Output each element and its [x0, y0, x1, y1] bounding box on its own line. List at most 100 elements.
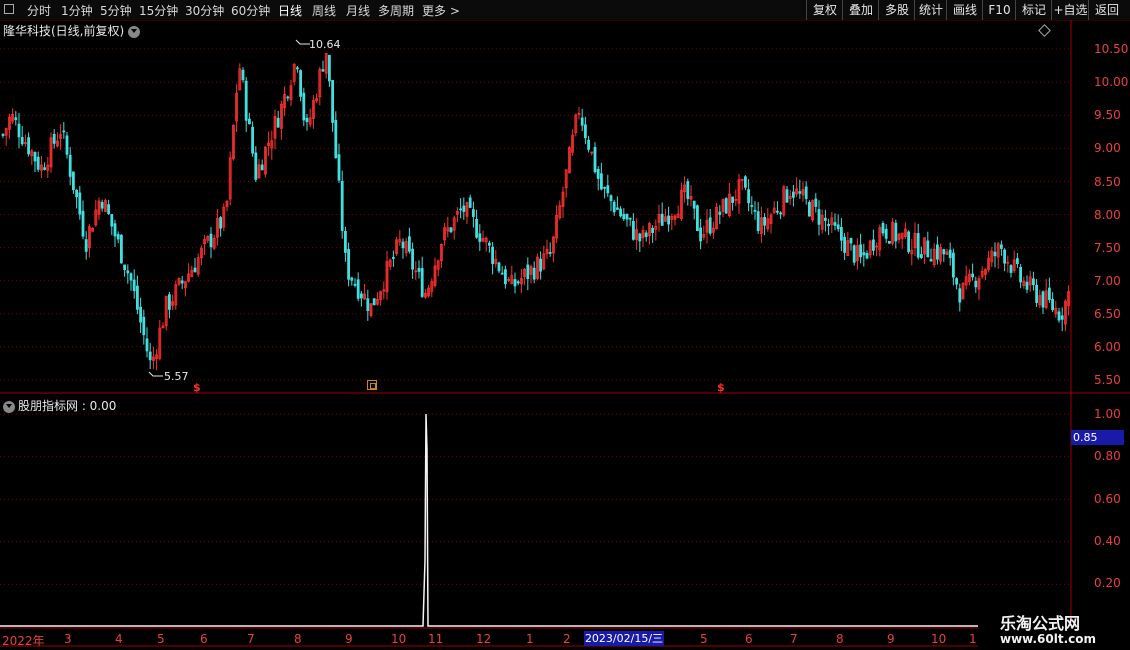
candle-body — [894, 222, 898, 242]
candle-body — [548, 252, 552, 254]
candle-body — [417, 268, 421, 272]
candle-body — [718, 211, 722, 215]
candle-body — [580, 117, 584, 126]
candle-body — [459, 208, 463, 211]
candle-body — [833, 222, 837, 226]
candle-body — [824, 217, 827, 221]
candle-body — [491, 246, 495, 265]
candle-body — [305, 117, 309, 123]
candle-body — [798, 191, 802, 194]
y-tick: 10.00 — [1094, 75, 1129, 89]
grid-lines — [0, 48, 1071, 585]
candle-body — [606, 185, 610, 194]
x-tick: 8 — [294, 632, 302, 646]
candle-body — [526, 264, 530, 280]
y-tick: 7.50 — [1094, 241, 1121, 255]
candle-body — [468, 197, 472, 208]
candle-body — [971, 273, 974, 278]
low-pointer — [148, 371, 163, 377]
candle-body — [132, 279, 136, 292]
candle-body — [120, 234, 123, 264]
candle-body — [724, 198, 728, 214]
candle-body — [696, 205, 699, 232]
candle-body — [619, 208, 622, 217]
candle-body — [219, 217, 223, 229]
event-marker-icon[interactable] — [367, 380, 377, 390]
x-tick: 7 — [790, 632, 798, 646]
candle-body — [180, 280, 184, 284]
candle-body — [327, 54, 331, 82]
candle-body — [33, 151, 37, 162]
candle-body — [1041, 291, 1045, 308]
x-tick: 2022年 — [2, 634, 45, 648]
candle-body — [148, 351, 152, 361]
candle-body — [401, 241, 405, 249]
candle-body — [321, 69, 325, 72]
y-tick: 1.00 — [1094, 407, 1121, 421]
candle-body — [100, 201, 104, 209]
candle-body — [936, 244, 939, 260]
candle-body — [299, 70, 303, 97]
candle-body — [686, 181, 690, 199]
high-pointer — [295, 39, 310, 45]
y-tick: 0.80 — [1094, 449, 1121, 463]
candle-body — [840, 226, 843, 241]
candle-body — [638, 233, 642, 242]
y-tick: 8.00 — [1094, 208, 1121, 222]
title-dropdown-icon[interactable] — [128, 25, 141, 38]
candle-body — [142, 316, 146, 336]
candle-body — [36, 156, 40, 170]
candle-body — [792, 191, 795, 198]
candle-body — [948, 249, 952, 258]
candle-body — [475, 219, 479, 238]
candle-body — [699, 227, 702, 242]
kline-chart-canvas[interactable] — [0, 0, 1130, 650]
candle-body — [251, 126, 255, 154]
candle-body — [859, 244, 862, 258]
candle-body — [295, 67, 299, 70]
candle-body — [958, 288, 962, 303]
x-tick: 4 — [115, 632, 123, 646]
candle-body — [814, 198, 818, 207]
candle-body — [884, 228, 888, 239]
candle-body — [1032, 278, 1035, 286]
candle-body — [1048, 287, 1051, 301]
high-price-label: 10.64 — [309, 38, 341, 51]
stock-title: 隆华科技(日线,前复权) — [3, 22, 141, 39]
candle-body — [471, 209, 475, 217]
candle-body — [1057, 311, 1061, 321]
candle-body — [625, 213, 629, 220]
candle-body — [852, 245, 856, 263]
candle-body — [609, 195, 613, 202]
candle-body — [286, 96, 290, 99]
x-tick: 11 — [428, 632, 444, 646]
candle-body — [651, 227, 654, 233]
candle-body — [692, 200, 696, 209]
y-tick: 6.00 — [1094, 340, 1121, 354]
candle-body — [785, 189, 789, 203]
candle-body — [804, 186, 808, 199]
candle-body — [644, 232, 648, 237]
candle-body — [622, 213, 626, 220]
candle-body — [603, 186, 606, 189]
y-tick: 5.50 — [1094, 373, 1121, 387]
candle-body — [1000, 244, 1003, 249]
candle-body — [532, 267, 536, 280]
candle-body — [817, 209, 821, 225]
candle-body — [449, 227, 453, 233]
indicator-dropdown-icon[interactable] — [3, 400, 15, 413]
candle-body — [808, 201, 811, 217]
indicator-line — [0, 413, 978, 627]
x-tick: 8 — [836, 632, 844, 646]
candle-body — [302, 92, 306, 121]
candle-body — [1051, 298, 1054, 311]
candle-body — [503, 269, 507, 285]
y-tick: 0.40 — [1094, 534, 1121, 548]
signal-marker: $ — [717, 381, 725, 394]
candle-body — [110, 214, 114, 227]
x-tick: 10 — [931, 632, 947, 646]
candle-body — [78, 192, 82, 215]
candle-body — [356, 279, 360, 299]
candle-body — [587, 139, 590, 150]
candle-body — [65, 135, 69, 155]
